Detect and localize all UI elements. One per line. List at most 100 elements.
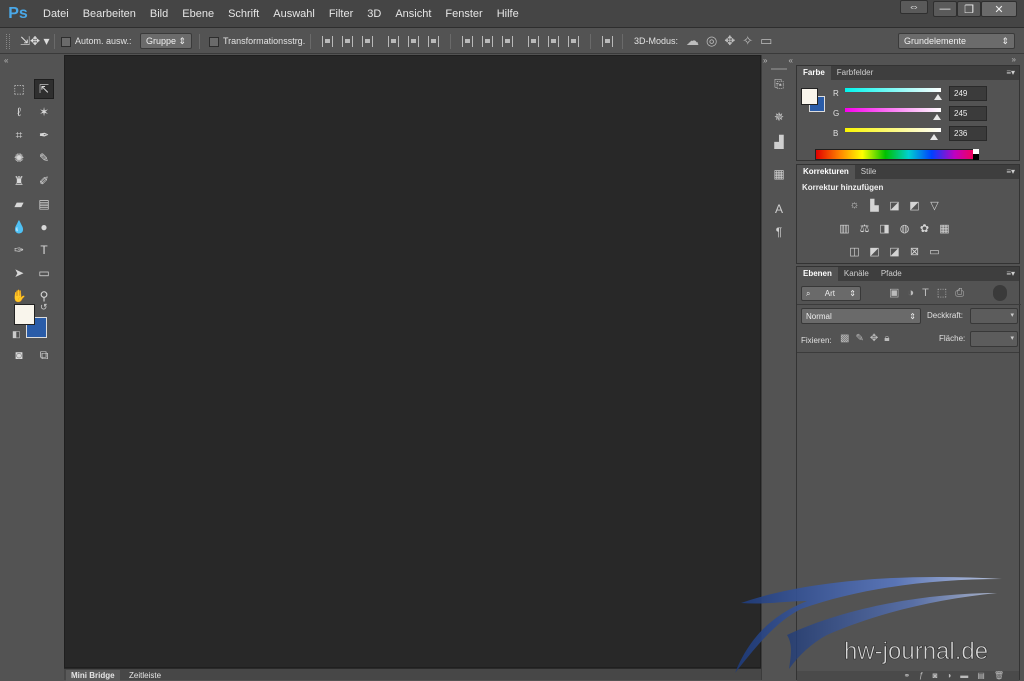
minimize-button[interactable]: — — [933, 1, 957, 17]
color-spectrum-bar[interactable] — [815, 149, 979, 160]
hand-tool-icon[interactable]: ✋ — [9, 286, 29, 306]
tab-korrekturen[interactable]: Korrekturen — [797, 165, 855, 179]
align-left-icon[interactable] — [388, 36, 399, 47]
align-top-icon[interactable] — [322, 36, 333, 47]
arrange-documents-button[interactable]: ⇔ — [900, 0, 928, 14]
eyedropper-tool-icon[interactable]: ✒ — [34, 125, 54, 145]
red-value-field[interactable]: 249 — [949, 86, 987, 101]
curves-icon[interactable]: ◪ — [888, 199, 901, 212]
color-balance-icon[interactable]: ⚖ — [858, 222, 871, 235]
history-brush-tool-icon[interactable]: ✐ — [34, 171, 54, 191]
tab-pfade[interactable]: Pfade — [875, 267, 908, 281]
green-value-field[interactable]: 245 — [949, 106, 987, 121]
distribute-right-icon[interactable] — [568, 36, 579, 47]
tab-timeline[interactable]: Zeitleiste — [124, 670, 166, 681]
vibrance-icon[interactable]: ▽ — [928, 199, 941, 212]
menu-hilfe[interactable]: Hilfe — [490, 0, 526, 28]
workspace-dropdown[interactable]: Grundelemente ⇕ — [898, 33, 1015, 49]
selective-color-icon[interactable]: ⊠ — [908, 245, 921, 258]
smart-object-filter-icon[interactable]: ⎙ — [955, 287, 972, 299]
gradient-map-icon[interactable]: ▭ — [928, 245, 941, 258]
spectrum-black-swatch[interactable] — [973, 154, 979, 160]
foreground-color-swatch[interactable] — [14, 304, 35, 325]
align-vcenter-icon[interactable] — [342, 36, 353, 47]
distribute-hcenter-icon[interactable] — [548, 36, 559, 47]
paragraph-panel-icon[interactable]: ¶ — [770, 223, 788, 241]
expand-left-icon[interactable]: » — [763, 56, 767, 65]
menu-ebene[interactable]: Ebene — [175, 0, 221, 28]
menu-datei[interactable]: Datei — [36, 0, 76, 28]
menu-ansicht[interactable]: Ansicht — [388, 0, 438, 28]
distribute-top-icon[interactable] — [462, 36, 473, 47]
gradient-tool-icon[interactable]: ▤ — [34, 194, 54, 214]
color-lookup-icon[interactable]: ▦ — [938, 222, 951, 235]
collapse-right-icon[interactable]: « — [789, 56, 793, 65]
close-button[interactable]: ✕ — [981, 1, 1017, 17]
history-panel-icon[interactable]: ⎘ — [770, 75, 788, 93]
dodge-tool-icon[interactable]: ● — [34, 217, 54, 237]
blue-slider-thumb[interactable] — [930, 134, 938, 140]
3d-roll-icon[interactable]: ◎ — [706, 33, 724, 48]
3d-mode-tools[interactable]: ☁◎✥✧▭ — [686, 33, 779, 49]
eraser-tool-icon[interactable]: ▰ — [9, 194, 29, 214]
tab-ebenen[interactable]: Ebenen — [797, 267, 838, 281]
exposure-icon[interactable]: ◩ — [908, 199, 921, 212]
menu-3d[interactable]: 3D — [360, 0, 388, 28]
green-slider-thumb[interactable] — [933, 114, 941, 120]
tab-mini-bridge[interactable]: Mini Bridge — [66, 670, 120, 681]
hue-saturation-icon[interactable]: ▥ — [838, 222, 851, 235]
menu-schrift[interactable]: Schrift — [221, 0, 266, 28]
brush-tool-icon[interactable]: ✎ — [34, 148, 54, 168]
navigator-panel-icon[interactable]: ✵ — [770, 108, 788, 126]
move-tool-icon[interactable]: ⇱ — [34, 79, 54, 99]
menu-auswahl[interactable]: Auswahl — [266, 0, 322, 28]
tab-farbfelder[interactable]: Farbfelder — [831, 66, 879, 80]
grip-handle[interactable] — [6, 34, 10, 49]
magic-wand-tool-icon[interactable]: ✶ — [34, 102, 54, 122]
photo-filter-icon[interactable]: ◍ — [898, 222, 911, 235]
default-colors-icon[interactable]: ◧ — [12, 329, 21, 340]
strip-grip[interactable] — [771, 68, 787, 70]
quick-mask-icon[interactable]: ◙ — [9, 345, 29, 365]
distribute-vcenter-icon[interactable] — [482, 36, 493, 47]
tab-stile[interactable]: Stile — [855, 165, 883, 179]
panel-menu-icon[interactable]: ≡▾ — [1006, 68, 1015, 77]
type-filter-icon[interactable]: T — [922, 287, 937, 299]
healing-brush-tool-icon[interactable]: ✺ — [9, 148, 29, 168]
blur-tool-icon[interactable]: 💧 — [9, 217, 29, 237]
invert-icon[interactable]: ◫ — [848, 245, 861, 258]
tab-farbe[interactable]: Farbe — [797, 66, 831, 80]
auto-align-layers-icon[interactable] — [602, 36, 613, 47]
blue-value-field[interactable]: 236 — [949, 126, 987, 141]
histogram-panel-icon[interactable]: ▟ — [770, 133, 788, 151]
panel-menu-icon[interactable]: ≡▾ — [1006, 269, 1015, 278]
align-bottom-icon[interactable] — [362, 36, 373, 47]
color-panel-foreground[interactable] — [801, 88, 818, 105]
align-hcenter-icon[interactable] — [408, 36, 419, 47]
swap-colors-icon[interactable]: ↺ — [40, 302, 48, 313]
fill-field[interactable]: ▾ — [970, 331, 1018, 347]
black-white-icon[interactable]: ◨ — [878, 222, 891, 235]
auto-select-checkbox[interactable] — [61, 37, 71, 47]
filter-toggle[interactable] — [993, 285, 1007, 301]
menu-filter[interactable]: Filter — [322, 0, 360, 28]
lock-all-icon[interactable]: 🔒︎ — [884, 333, 895, 344]
tab-kanaele[interactable]: Kanäle — [838, 267, 875, 281]
shape-filter-icon[interactable]: ⬚ — [937, 287, 955, 299]
marquee-tool-icon[interactable]: ⬚ — [9, 79, 29, 99]
lock-position-icon[interactable]: ✥ — [870, 333, 884, 344]
3d-pan-icon[interactable]: ✥ — [724, 33, 742, 48]
red-slider[interactable] — [845, 88, 941, 92]
menu-fenster[interactable]: Fenster — [438, 0, 489, 28]
character-panel-icon[interactable]: A — [770, 200, 788, 218]
channel-mixer-icon[interactable]: ✿ — [918, 222, 931, 235]
type-tool-icon[interactable]: T — [34, 240, 54, 260]
layer-filter-dropdown[interactable]: ⌕ Art ⇕ — [801, 286, 861, 301]
posterize-icon[interactable]: ◩ — [868, 245, 881, 258]
align-right-icon[interactable] — [428, 36, 439, 47]
threshold-icon[interactable]: ◪ — [888, 245, 901, 258]
opacity-field[interactable]: ▾ — [970, 308, 1018, 324]
crop-tool-icon[interactable]: ⌗ — [9, 125, 29, 145]
move-tool-preset-icon[interactable]: ⇲✥ ▾ — [20, 34, 49, 48]
lock-image-icon[interactable]: ✎ — [855, 333, 869, 344]
